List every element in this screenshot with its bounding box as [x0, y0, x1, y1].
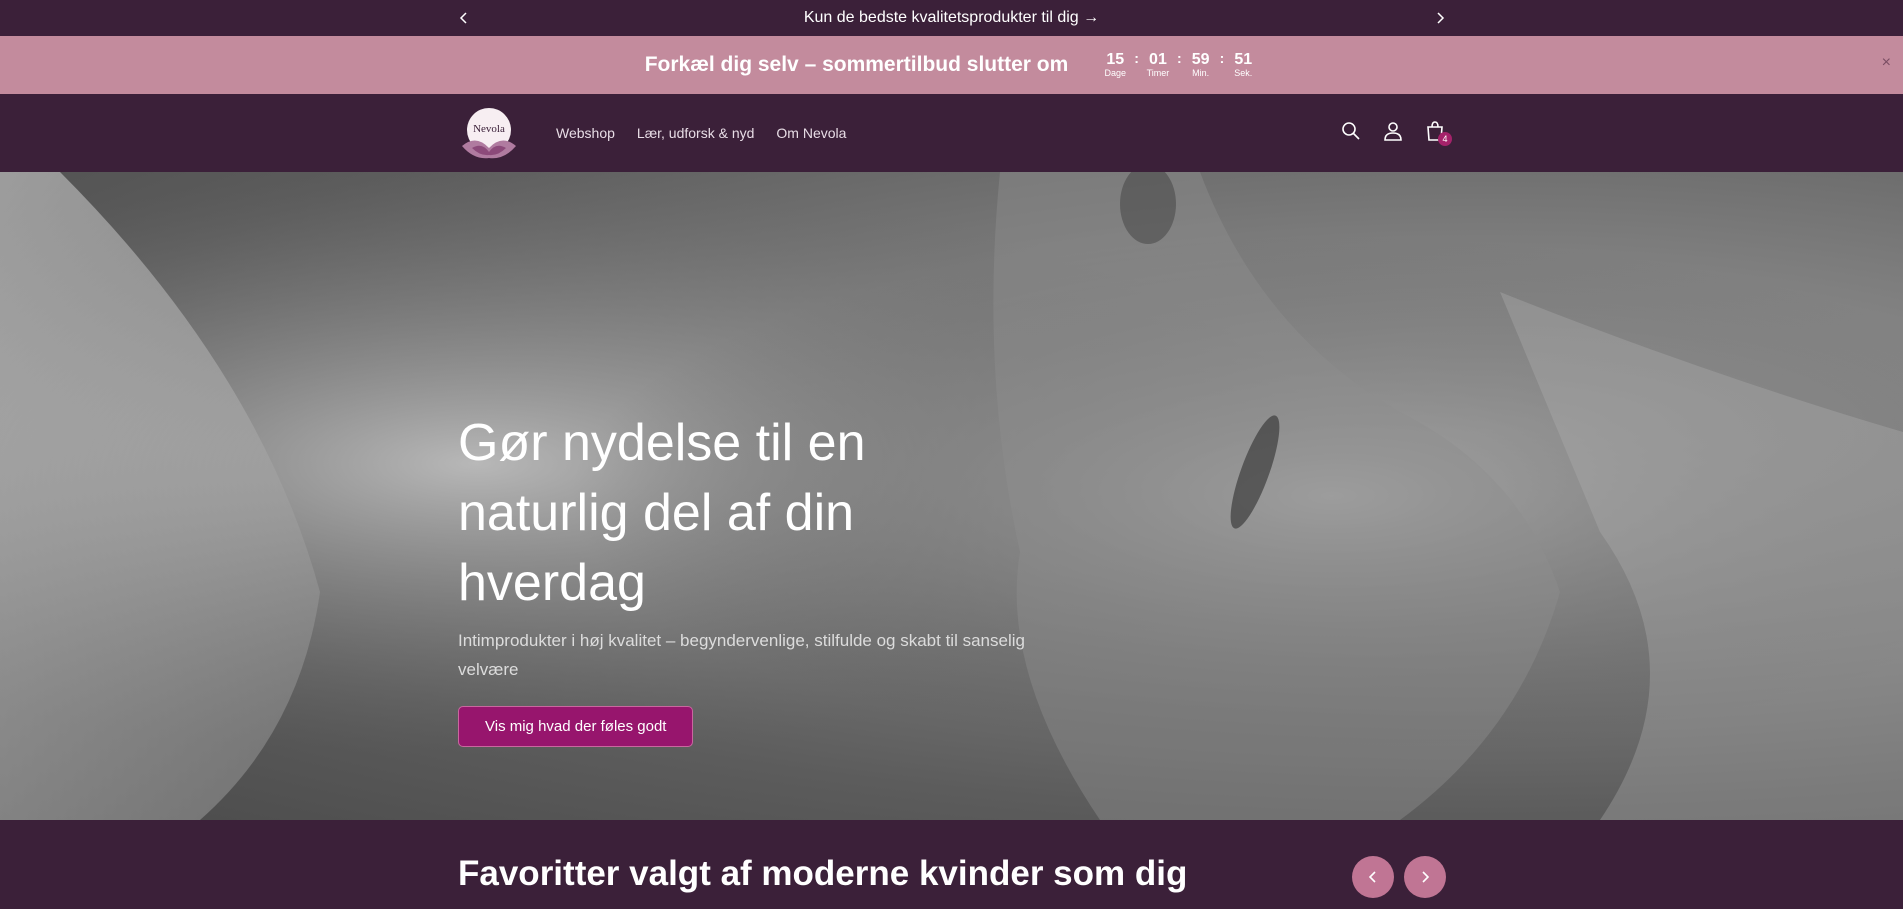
- hero-content: Gør nydelse til en naturlig del af din h…: [458, 408, 1098, 747]
- timer-minutes-value: 59: [1191, 51, 1210, 68]
- nav-about[interactable]: Om Nevola: [776, 125, 846, 141]
- hero-subtitle: Intimprodukter i høj kvalitet – begynder…: [458, 631, 1025, 679]
- account-button[interactable]: [1380, 118, 1406, 144]
- logo-mark: Nevola: [462, 108, 516, 159]
- close-icon[interactable]: ×: [1882, 54, 1891, 72]
- favorites-title: Favoritter valgt af moderne kvinder som …: [458, 854, 1188, 893]
- search-button[interactable]: [1338, 118, 1364, 144]
- countdown-timer: 15 Dage : 01 Timer : 59 Min. : 51 Sek.: [1100, 51, 1258, 79]
- hero-title: Gør nydelse til en naturlig del af din h…: [458, 414, 866, 612]
- announcement-prev-button[interactable]: [452, 0, 476, 36]
- logo-text: Nevola: [473, 123, 505, 135]
- cart-button[interactable]: 4: [1422, 118, 1452, 146]
- timer-separator: :: [1219, 50, 1225, 66]
- chevron-right-icon: [1422, 871, 1430, 883]
- timer-minutes: 59 Min.: [1186, 51, 1216, 79]
- carousel-prev-button[interactable]: [1352, 856, 1394, 898]
- hero-cta-button[interactable]: Vis mig hvad der føles godt: [458, 706, 694, 747]
- timer-hours: 01 Timer: [1143, 51, 1173, 79]
- timer-hours-label: Timer: [1146, 68, 1170, 78]
- favorites-section: Favoritter valgt af moderne kvinder som …: [0, 820, 1903, 909]
- timer-seconds-value: 51: [1234, 51, 1253, 68]
- timer-separator: :: [1176, 50, 1182, 66]
- announcement-next-button[interactable]: [1428, 0, 1452, 36]
- timer-seconds-label: Sek.: [1234, 68, 1253, 78]
- announcement-text[interactable]: Kun de bedste kvalitetsprodukter til dig…: [804, 9, 1099, 27]
- timer-days-value: 15: [1106, 51, 1125, 68]
- timer-days: 15 Dage: [1100, 51, 1130, 79]
- nav-webshop[interactable]: Webshop: [556, 125, 615, 141]
- countdown-title: Forkæl dig selv – sommertilbud slutter o…: [644, 53, 1069, 76]
- timer-seconds: 51 Sek.: [1228, 51, 1258, 79]
- main-nav: Webshop Lær, udforsk & nyd Om Nevola: [556, 94, 846, 172]
- chevron-left-icon: [1368, 871, 1376, 883]
- chevron-right-icon: [1437, 12, 1445, 24]
- carousel-next-button[interactable]: [1404, 856, 1446, 898]
- timer-days-label: Dage: [1104, 68, 1127, 78]
- timer-separator: :: [1134, 50, 1139, 66]
- chevron-left-icon: [459, 12, 467, 24]
- nav-learn-explore[interactable]: Lær, udforsk & nyd: [637, 125, 755, 141]
- site-header: Nevola Webshop Lær, udforsk & nyd Om Nev…: [0, 94, 1903, 172]
- search-icon: [1342, 122, 1360, 140]
- hero-banner: Gør nydelse til en naturlig del af din h…: [0, 172, 1903, 820]
- account-icon: [1384, 122, 1402, 141]
- announcement-bar: Kun de bedste kvalitetsprodukter til dig…: [0, 0, 1903, 36]
- timer-minutes-label: Min.: [1192, 68, 1210, 78]
- countdown-banner: Forkæl dig selv – sommertilbud slutter o…: [0, 36, 1903, 94]
- header-actions: 4: [1338, 118, 1452, 146]
- timer-hours-value: 01: [1149, 51, 1167, 68]
- cart-count-badge: 4: [1438, 132, 1452, 146]
- logo[interactable]: Nevola: [458, 108, 520, 160]
